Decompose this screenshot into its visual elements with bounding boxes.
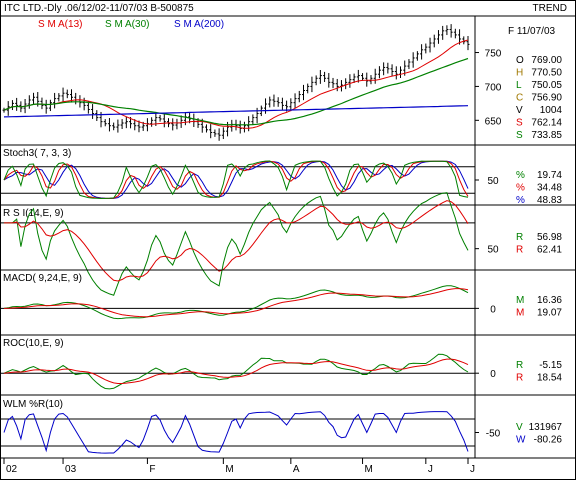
info-label: R — [516, 360, 523, 371]
wlm-title: WLM %R(10) — [3, 399, 63, 410]
y-tick-label: 50 — [487, 245, 499, 256]
chart-root: ITC LTD.-Dly .06/12/02-11/07/03 B-500875… — [0, 0, 576, 480]
info-value: 733.85 — [531, 130, 562, 141]
info-value: 769.00 — [531, 55, 562, 66]
info-value: 16.36 — [537, 295, 562, 306]
legend-sma13: S M A(13) — [38, 19, 82, 30]
x-tick-label: 03 — [65, 464, 77, 475]
info-label: R — [516, 373, 523, 384]
info-label: % — [516, 195, 525, 206]
info-value: 770.50 — [531, 68, 562, 79]
info-value: 48.83 — [537, 195, 562, 206]
info-value: 19.74 — [537, 170, 562, 181]
info-label: S — [516, 130, 523, 141]
info-label: S — [516, 118, 523, 129]
x-tick-label: 02 — [6, 464, 18, 475]
info-label: M — [516, 295, 524, 306]
info-value: 756.90 — [531, 93, 562, 104]
chart-header-trend: TREND — [533, 3, 567, 14]
y-tick-label: 750 — [485, 49, 502, 60]
x-tick-label: F — [149, 464, 155, 475]
info-label: % — [516, 183, 525, 194]
info-value: 62.41 — [537, 245, 562, 256]
info-value: 34.48 — [537, 183, 562, 194]
info-label: M — [516, 308, 524, 319]
roc-title: ROC(10,E, 9) — [3, 338, 64, 349]
info-label: L — [516, 80, 522, 91]
info-value: -5.15 — [539, 360, 562, 371]
price-date-label: F 11/07/03 — [508, 26, 556, 37]
y-tick-label: 650 — [485, 116, 502, 127]
macd-title: MACD( 9,24,E, 9) — [3, 273, 82, 284]
info-label: H — [516, 68, 523, 79]
info-label: % — [516, 170, 525, 181]
info-value: 131967 — [529, 422, 563, 433]
y-tick-label: -50 — [486, 429, 501, 440]
stoch-title: Stoch3( 7, 3, 3) — [3, 148, 71, 159]
info-label: W — [516, 435, 526, 446]
info-label: V — [516, 105, 523, 116]
info-label: V — [516, 422, 523, 433]
legend-sma30: S M A(30) — [105, 19, 149, 30]
info-label: R — [516, 245, 523, 256]
x-tick-label: M — [225, 464, 233, 475]
y-tick-label: 0 — [490, 369, 496, 380]
x-tick-label: A — [293, 464, 300, 475]
info-value: 762.14 — [531, 118, 562, 129]
chart-header-title: ITC LTD.-Dly .06/12/02-11/07/03 B-500875 — [4, 3, 194, 14]
info-label: C — [516, 93, 523, 104]
info-value: 18.54 — [537, 373, 562, 384]
info-value: 56.98 — [537, 232, 562, 243]
y-tick-label: 0 — [490, 304, 496, 315]
x-tick-label: M — [365, 464, 373, 475]
chart-background — [0, 0, 576, 480]
x-tick-label: J — [428, 464, 433, 475]
x-tick-label: J — [470, 464, 475, 475]
info-label: R — [516, 232, 523, 243]
info-label: O — [516, 55, 524, 66]
info-value: 1004 — [540, 105, 563, 116]
info-value: -80.26 — [534, 435, 563, 446]
y-tick-label: 50 — [487, 176, 499, 187]
info-value: 750.05 — [531, 80, 562, 91]
legend-sma200: S M A(200) — [174, 19, 224, 30]
info-value: 19.07 — [537, 308, 562, 319]
y-tick-label: 700 — [485, 82, 502, 93]
